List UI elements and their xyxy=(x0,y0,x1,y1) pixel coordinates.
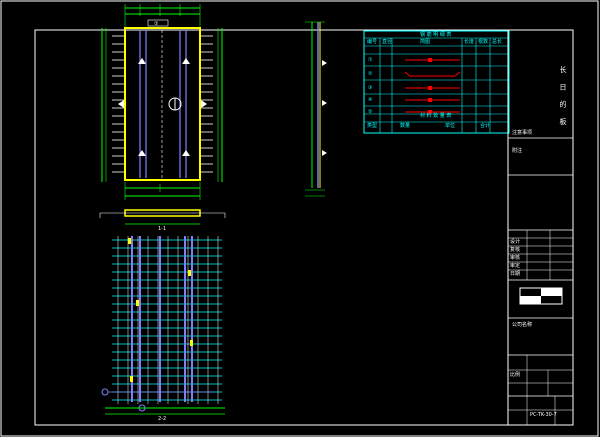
tb-row-labels-item: 审定 xyxy=(510,263,521,269)
summary-headers-item: 合计 xyxy=(480,123,491,129)
drawing-number: PC-TK-30-7 xyxy=(530,412,557,418)
summary-headers-item: 数量 xyxy=(400,123,411,129)
schedule-rowlabels-item: ③ xyxy=(368,85,373,91)
header-note: 注意事项 xyxy=(512,130,533,136)
tb-row-labels-item: 日期 xyxy=(510,271,521,277)
summary-title: 材 料 数 量 表 xyxy=(420,113,452,119)
schedule-rowlabels-item: ⑤ xyxy=(368,109,373,115)
summary-headers-item: 单位 xyxy=(445,123,456,129)
side-elevation xyxy=(305,21,327,197)
tb-row-labels-item: 复核 xyxy=(510,247,521,253)
schedule-rowlabels-item: ④ xyxy=(368,97,373,103)
schedule-headers-item: 长度 xyxy=(464,39,475,45)
schedule-rowlabels-item: ② xyxy=(368,71,373,77)
section-1-1 xyxy=(99,209,226,225)
side-title: 长 日 的 板 xyxy=(559,66,567,129)
rebar-grid-view xyxy=(101,236,225,415)
tb-row-labels-item: 比例 xyxy=(510,372,521,378)
summary-headers-item: 类型 xyxy=(367,123,378,129)
plan-marker: ① xyxy=(154,21,159,27)
schedule-headers-item: 编号 xyxy=(367,39,378,45)
tb-row-labels-item: 审核 xyxy=(510,255,521,261)
schedule-rowlabels-item: ① xyxy=(368,57,373,63)
company-label: 公司名称 xyxy=(512,322,533,328)
schedule-headers-item: 总长 xyxy=(492,39,503,45)
schedule-title: 钢 筋 明 细 表 xyxy=(420,32,452,38)
schedule-headers-item: 根数 xyxy=(478,39,489,45)
inner-frame xyxy=(34,29,574,426)
schedule-headers-item: 简图 xyxy=(420,39,431,45)
tb-row-labels-item: 设计 xyxy=(510,239,521,245)
bottom-view-label: 2-2 xyxy=(158,416,167,422)
plan-view xyxy=(101,4,223,200)
section-label: 1-1 xyxy=(158,226,167,232)
slab-outline xyxy=(124,27,201,181)
schedule-headers-item: 直径 xyxy=(382,39,393,45)
remark-label: 附注 xyxy=(512,148,523,154)
